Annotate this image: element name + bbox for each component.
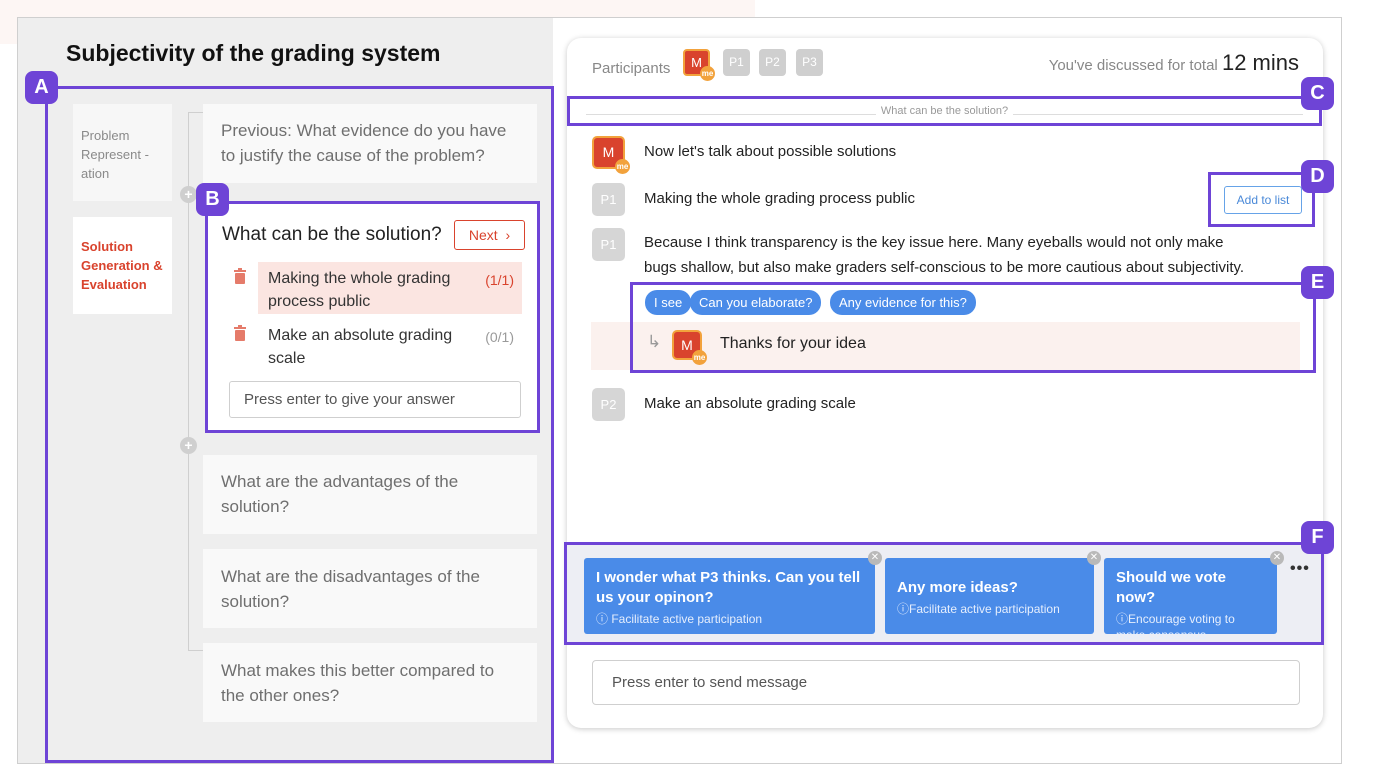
callout-box-a	[45, 86, 554, 763]
participant-avatar-p1: P1	[723, 49, 750, 76]
add-to-list-button[interactable]: Add to list	[1224, 186, 1302, 214]
more-options-icon[interactable]: •••	[1290, 560, 1310, 578]
close-icon[interactable]: ✕	[868, 551, 882, 565]
suggestion-card[interactable]: I wonder what P3 thinks. Can you tell us…	[584, 558, 875, 634]
callout-label-d: D	[1301, 160, 1334, 193]
avatar-label: M	[691, 55, 702, 70]
suggestion-title: Any more ideas?	[897, 579, 1018, 596]
suggestion-subtitle-text: Encourage voting to make consensus	[1116, 612, 1235, 642]
participant-avatar-me: M me	[683, 49, 715, 81]
avatar: P1	[592, 228, 625, 261]
page-title: Subjectivity of the grading system	[66, 40, 441, 66]
suggestion-subtitle: ⓘ Facilitate active participation	[596, 611, 863, 627]
me-badge: me	[615, 159, 630, 174]
message-text: Making the whole grading process public	[644, 190, 915, 207]
section-divider: What can be the solution?	[567, 96, 1322, 126]
suggestion-subtitle: ⓘFacilitate active participation	[897, 601, 1082, 617]
suggestion-subtitle: ⓘEncourage voting to make consensus	[1116, 611, 1265, 643]
callout-box-e	[630, 282, 1316, 373]
message-text-line: Because I think transparency is the key …	[644, 234, 1224, 251]
participant-avatar-p3: P3	[796, 49, 823, 76]
message-text: Make an absolute grading scale	[644, 395, 856, 412]
section-label: What can be the solution?	[880, 105, 1009, 117]
discussion-timer: You've discussed for total 12 mins	[1049, 50, 1299, 76]
info-icon: ⓘ	[1116, 612, 1129, 626]
message-input[interactable]: Press enter to send message	[592, 660, 1300, 705]
avatar: M me	[592, 136, 630, 174]
participants-label: Participants	[592, 60, 671, 77]
callout-label-e: E	[1301, 266, 1334, 299]
close-icon[interactable]: ✕	[1087, 551, 1101, 565]
suggestion-card[interactable]: Should we vote now? ⓘEncourage voting to…	[1104, 558, 1277, 642]
suggestion-subtitle-text: Facilitate active participation	[611, 612, 763, 626]
callout-label-a: A	[25, 71, 58, 104]
callout-label-b: B	[196, 183, 229, 216]
timer-prefix: You've discussed for total	[1048, 57, 1218, 74]
me-badge: me	[700, 66, 715, 81]
info-icon: ⓘ	[897, 602, 910, 616]
message-text: Now let's talk about possible solutions	[644, 143, 897, 160]
info-icon: ⓘ	[596, 612, 612, 626]
timer-value: 12 mins	[1221, 50, 1299, 75]
suggestion-title: I wonder what P3 thinks. Can you tell us…	[596, 569, 861, 606]
close-icon[interactable]: ✕	[1270, 551, 1284, 565]
participant-avatar-p2: P2	[759, 49, 786, 76]
callout-label-c: C	[1301, 77, 1334, 110]
callout-label-f: F	[1301, 521, 1334, 554]
suggestion-subtitle-text: Facilitate active participation	[909, 602, 1060, 616]
avatar: P2	[592, 388, 625, 421]
avatar-label: M	[602, 144, 615, 160]
message-text-line: bugs shallow, but also make graders self…	[644, 259, 1245, 276]
suggestion-card[interactable]: Any more ideas? ⓘFacilitate active parti…	[885, 558, 1094, 634]
avatar: P1	[592, 183, 625, 216]
suggestion-title: Should we vote now?	[1116, 569, 1227, 606]
